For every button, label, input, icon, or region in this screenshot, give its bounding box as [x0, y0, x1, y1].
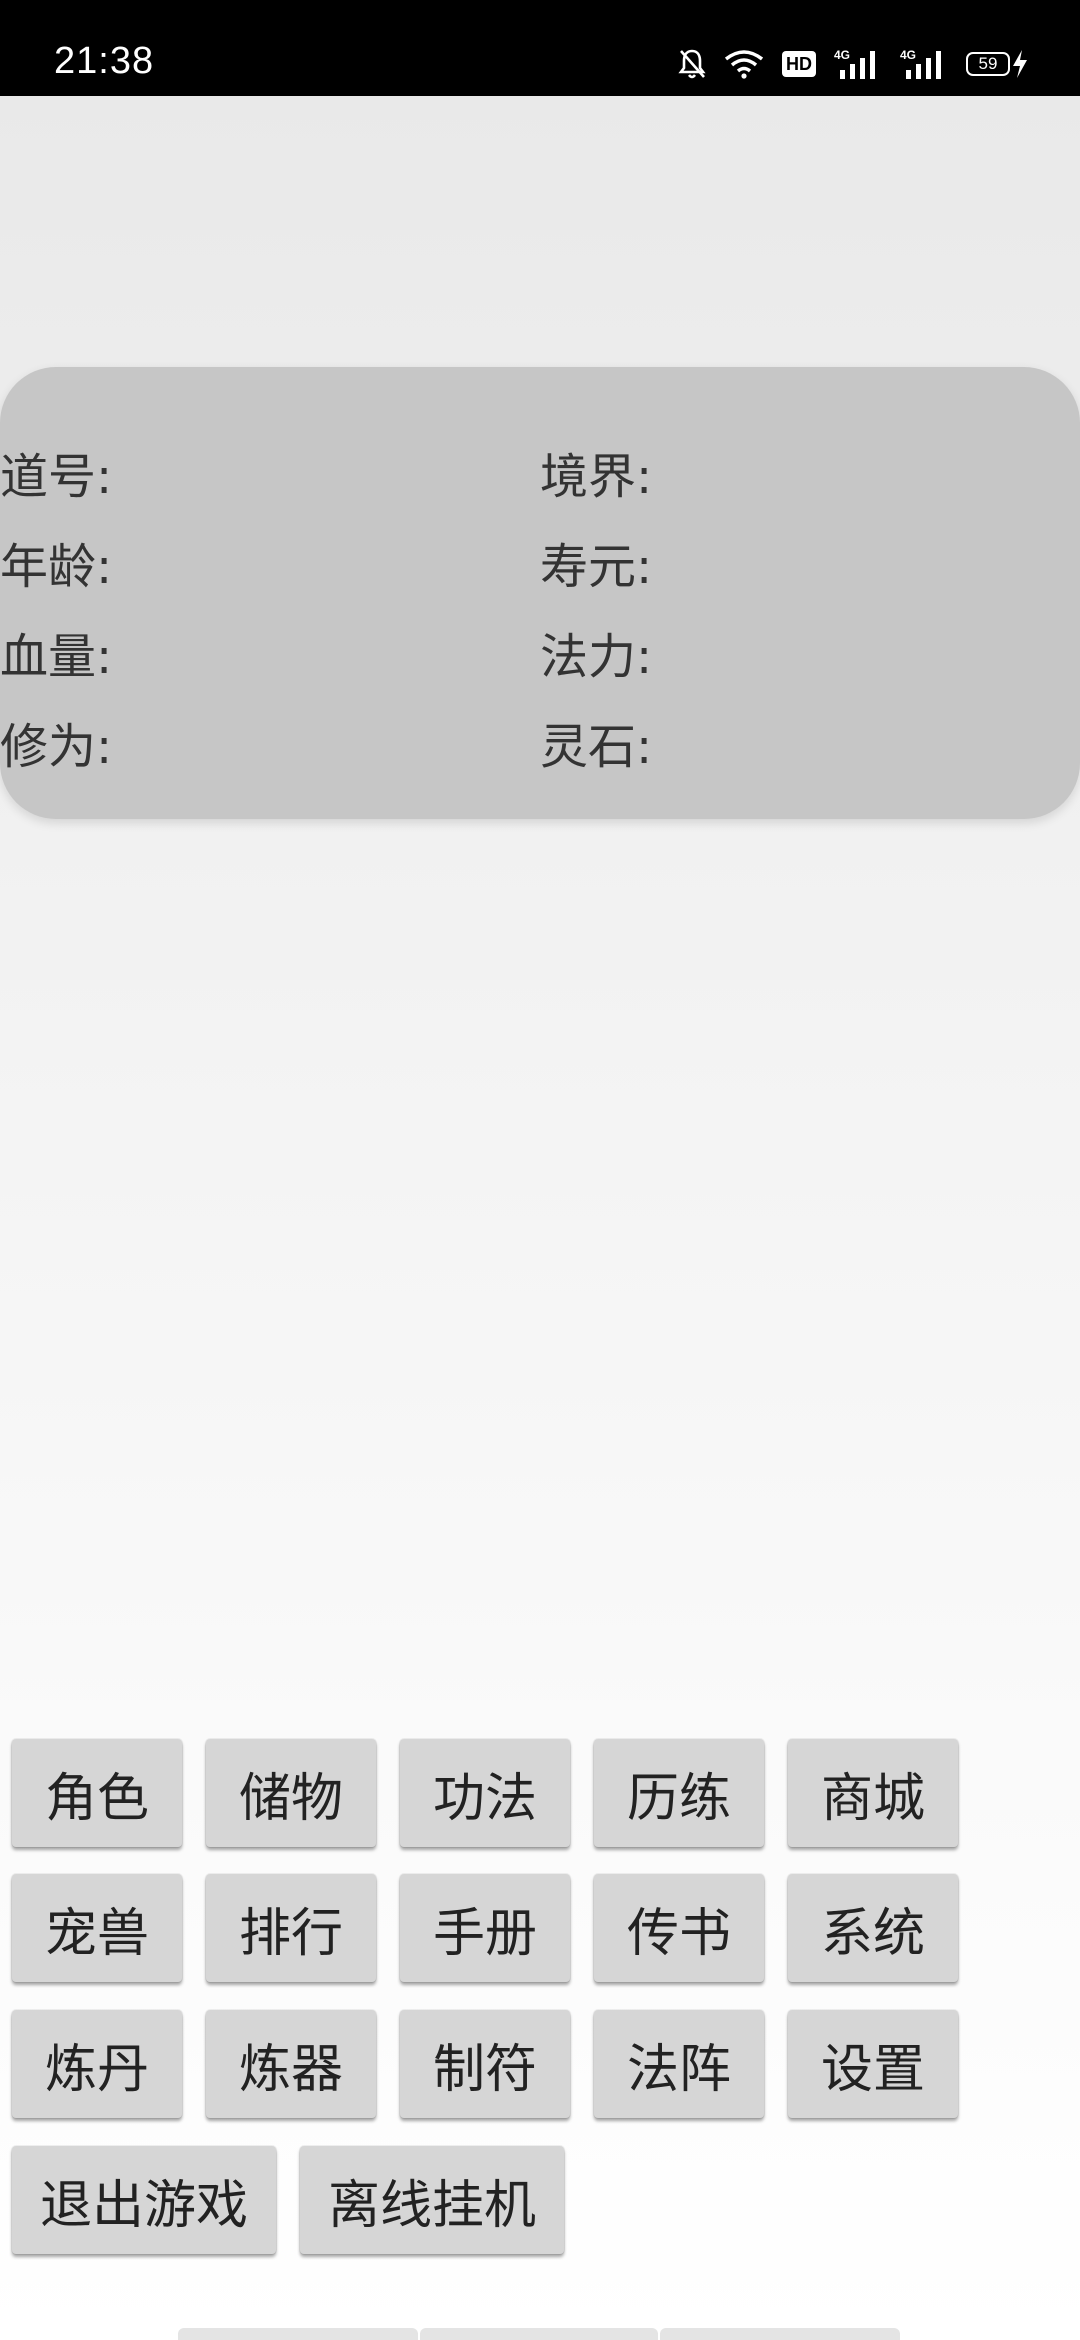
- hd-icon: HD: [782, 51, 816, 77]
- svg-text:4G: 4G: [900, 48, 916, 62]
- charging-icon: [1013, 50, 1027, 78]
- bottom-tab[interactable]: [660, 2328, 900, 2340]
- bottom-tab[interactable]: [420, 2328, 658, 2340]
- forging-button[interactable]: 炼器: [206, 2010, 376, 2118]
- exit-game-button[interactable]: 退出游戏: [12, 2146, 276, 2254]
- info-ling-shi: 灵石:: [540, 719, 653, 775]
- info-jing-jie: 境界:: [540, 449, 653, 505]
- battery-icon: 59: [966, 48, 1030, 80]
- wifi-icon: [724, 49, 764, 79]
- status-icons: HD 4G 4G 59: [678, 44, 1030, 84]
- talisman-button[interactable]: 制符: [400, 2010, 570, 2118]
- player-info-panel: 道号: 境界: 年龄: 寿元: 血量: 法力: 修为: 灵石:: [0, 367, 1080, 819]
- shop-button[interactable]: 商城: [788, 1739, 958, 1847]
- status-time: 21:38: [54, 40, 155, 82]
- info-xiu-wei: 修为:: [0, 719, 113, 775]
- offline-idle-button[interactable]: 离线挂机: [300, 2146, 564, 2254]
- info-xue-liang: 血量:: [0, 629, 113, 685]
- storage-button[interactable]: 储物: [206, 1739, 376, 1847]
- messages-button[interactable]: 传书: [594, 1874, 764, 1982]
- info-dao-hao: 道号:: [0, 449, 113, 505]
- skills-button[interactable]: 功法: [400, 1739, 570, 1847]
- ranking-button[interactable]: 排行: [206, 1874, 376, 1982]
- alchemy-button[interactable]: 炼丹: [12, 2010, 182, 2118]
- formation-button[interactable]: 法阵: [594, 2010, 764, 2118]
- settings-button[interactable]: 设置: [788, 2010, 958, 2118]
- signal-icon: 4G: [900, 48, 948, 80]
- manual-button[interactable]: 手册: [400, 1874, 570, 1982]
- bottom-tab[interactable]: [178, 2328, 418, 2340]
- signal-icon: 4G: [834, 48, 882, 80]
- info-fa-li: 法力:: [540, 629, 653, 685]
- info-shou-yuan: 寿元:: [540, 539, 653, 595]
- pet-button[interactable]: 宠兽: [12, 1874, 182, 1982]
- info-nian-ling: 年龄:: [0, 539, 113, 595]
- system-button[interactable]: 系统: [788, 1874, 958, 1982]
- status-bar: 21:38 HD 4G 4G 59: [0, 0, 1080, 96]
- adventure-button[interactable]: 历练: [594, 1739, 764, 1847]
- bell-off-icon: [678, 48, 706, 80]
- svg-text:4G: 4G: [834, 48, 850, 62]
- role-button[interactable]: 角色: [12, 1739, 182, 1847]
